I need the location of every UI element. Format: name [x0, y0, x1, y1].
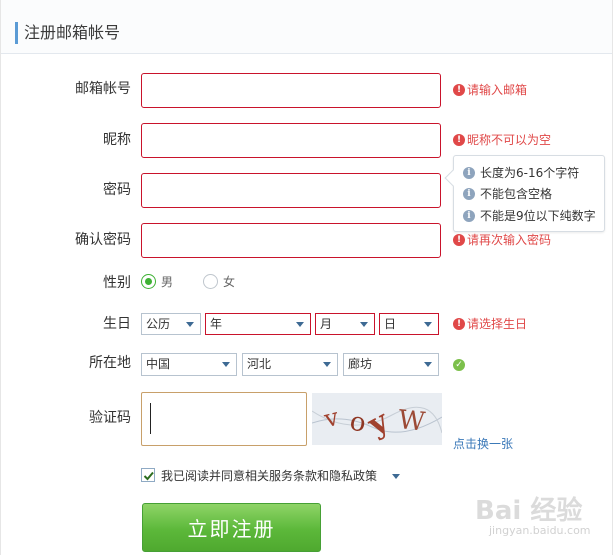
- svg-text:y: y: [362, 403, 396, 443]
- birth-year-select[interactable]: 年: [205, 313, 311, 335]
- chevron-down-icon: [323, 362, 331, 367]
- captcha-image[interactable]: v o y W: [312, 393, 442, 445]
- chevron-down-icon[interactable]: [392, 474, 400, 479]
- email-error-text: 请输入邮箱: [467, 83, 528, 97]
- calendar-type-select[interactable]: 公历: [141, 313, 201, 335]
- confirm-password-error: ! 请再次输入密码: [453, 232, 551, 248]
- birth-year-value: 年: [210, 317, 223, 331]
- country-value: 中国: [146, 357, 171, 371]
- info-icon: i: [463, 210, 475, 222]
- country-select[interactable]: 中国: [141, 353, 237, 376]
- registration-page: 注册邮箱帐号 邮箱帐号 ! 请输入邮箱 昵称 ! 昵称不可以为空 密码 i 长度…: [0, 0, 613, 555]
- chevron-down-icon: [424, 322, 432, 327]
- birthday-label: 生日: [103, 316, 131, 332]
- birth-day-select[interactable]: 日: [379, 313, 439, 335]
- confirm-password-error-text: 请再次输入密码: [467, 233, 552, 247]
- birthday-error: ! 请选择生日: [453, 316, 527, 332]
- register-button[interactable]: 立即注册: [142, 503, 321, 552]
- tooltip-arrow: [444, 169, 462, 187]
- agreement-text[interactable]: 我已阅读并同意相关服务条款和隐私政策: [161, 468, 377, 484]
- svg-text:v: v: [320, 403, 341, 434]
- password-tip-row: i 长度为6-16个字符: [463, 165, 579, 181]
- captcha-input[interactable]: [141, 392, 307, 446]
- city-value: 廊坊: [348, 357, 373, 371]
- province-select[interactable]: 河北: [242, 353, 338, 376]
- province-value: 河北: [247, 357, 272, 371]
- captcha-refresh-link[interactable]: 点击换一张: [453, 436, 513, 452]
- gender-male-label: 男: [161, 275, 174, 289]
- gender-female-label: 女: [223, 275, 236, 289]
- chevron-down-icon: [222, 362, 230, 367]
- birth-month-select[interactable]: 月: [315, 313, 375, 335]
- password-tip-text: 长度为6-16个字符: [480, 166, 580, 180]
- birth-month-value: 月: [320, 317, 333, 331]
- calendar-type-value: 公历: [146, 317, 171, 331]
- captcha-label: 验证码: [89, 410, 131, 426]
- password-input[interactable]: [141, 173, 441, 208]
- nickname-error-text: 昵称不可以为空: [467, 133, 552, 147]
- gender-male-radio[interactable]: [141, 274, 156, 289]
- info-icon: i: [463, 188, 475, 200]
- text-cursor: [150, 403, 151, 434]
- password-tip-text: 不能是9位以下纯数字: [480, 209, 596, 223]
- nickname-input[interactable]: [141, 123, 441, 158]
- nickname-error: ! 昵称不可以为空: [453, 132, 551, 148]
- gender-female-radio[interactable]: [203, 274, 218, 289]
- password-tip-row: i 不能是9位以下纯数字: [463, 208, 596, 224]
- chevron-down-icon: [360, 322, 368, 327]
- watermark-url: jingyan.baidu.com: [489, 524, 591, 537]
- captcha-graphic: v o y W: [312, 403, 442, 443]
- check-icon: ✓: [453, 359, 465, 371]
- gender-label: 性别: [103, 275, 131, 291]
- password-tip-text: 不能包含空格: [480, 187, 553, 201]
- checkmark-icon: [143, 471, 154, 481]
- password-tip-row: i 不能包含空格: [463, 186, 552, 202]
- header-accent-bar: [15, 22, 18, 44]
- header: 注册邮箱帐号: [1, 0, 612, 54]
- nickname-label: 昵称: [103, 132, 131, 148]
- birthday-error-text: 请选择生日: [467, 317, 528, 331]
- birth-day-value: 日: [384, 317, 397, 331]
- error-icon: !: [453, 318, 465, 330]
- confirm-password-label: 确认密码: [75, 232, 131, 248]
- error-icon: !: [453, 84, 465, 96]
- svg-text:W: W: [397, 405, 427, 438]
- email-input[interactable]: [141, 73, 441, 108]
- email-label: 邮箱帐号: [75, 81, 131, 97]
- location-label: 所在地: [89, 355, 131, 371]
- agreement-checkbox[interactable]: [141, 468, 155, 482]
- watermark-logo: Bai 经验: [475, 496, 583, 526]
- info-icon: i: [463, 167, 475, 179]
- page-title: 注册邮箱帐号: [24, 23, 121, 42]
- confirm-password-input[interactable]: [141, 223, 441, 258]
- chevron-down-icon: [424, 362, 432, 367]
- password-label: 密码: [103, 182, 131, 198]
- error-icon: !: [453, 134, 465, 146]
- chevron-down-icon: [296, 322, 304, 327]
- chevron-down-icon: [186, 322, 194, 327]
- email-error: ! 请输入邮箱: [453, 82, 527, 98]
- city-select[interactable]: 廊坊: [343, 353, 439, 376]
- password-tips-tooltip: i 长度为6-16个字符 i 不能包含空格 i 不能是9位以下纯数字: [444, 155, 605, 232]
- error-icon: !: [453, 234, 465, 246]
